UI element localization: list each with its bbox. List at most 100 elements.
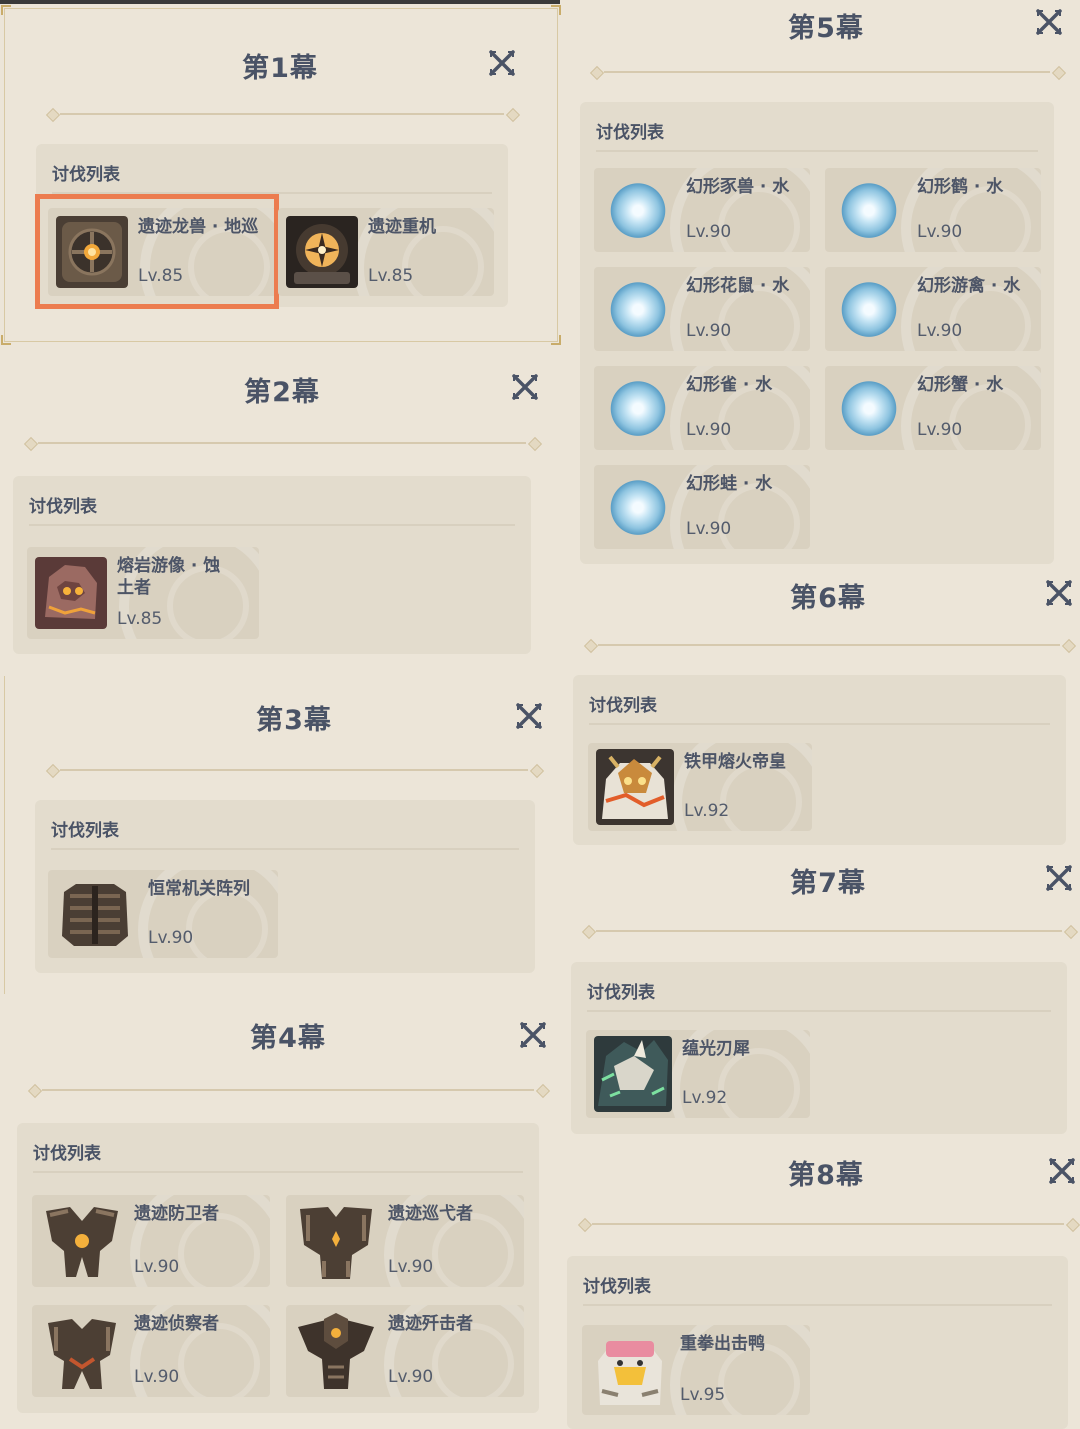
hydro-mimic-frog-icon: [602, 473, 674, 545]
act-title: 第1幕: [242, 53, 318, 84]
enemy-name: 遗迹防卫者: [134, 1204, 219, 1224]
enemy-level: Lv.90: [686, 519, 732, 539]
title-divider: [24, 437, 540, 449]
enemy-name: 幻形花鼠 · 水: [686, 276, 790, 296]
hunt-list-header: 讨伐列表: [51, 821, 119, 841]
enemy-level: Lv.90: [917, 321, 963, 341]
enemy-tile[interactable]: 幻形蟹 · 水 Lv.90: [825, 366, 1041, 450]
enemy-tile[interactable]: 遗迹侦察者 Lv.90: [32, 1305, 270, 1397]
title-divider: [578, 1218, 1078, 1230]
act-3-panel: 第3幕 讨伐列表 恒常机关阵列 Lv.90: [0, 670, 560, 1000]
enemy-level: Lv.95: [680, 1385, 726, 1405]
ruin-defender-icon: [40, 1201, 124, 1281]
enemy-tile[interactable]: 重拳出击鸭 Lv.95: [582, 1325, 810, 1415]
title-divider: [582, 925, 1076, 937]
act-1-panel: 第1幕 讨伐列表 遗迹龙兽 · 地巡 Lv.85 遗迹重机 Lv.85: [0, 0, 561, 345]
close-icon[interactable]: [487, 48, 517, 78]
title-divider: [46, 108, 518, 120]
hunt-list-header: 讨伐列表: [587, 983, 655, 1003]
punching-duck-icon: [590, 1331, 670, 1409]
hunt-list-divider: [29, 524, 515, 526]
enemy-tile[interactable]: 蕴光刃犀 Lv.92: [586, 1030, 810, 1118]
enemy-tile[interactable]: 遗迹防卫者 Lv.90: [32, 1195, 270, 1287]
hunt-list-divider: [52, 192, 492, 194]
top-edge-bar: [0, 0, 560, 4]
enemy-level: Lv.90: [134, 1257, 180, 1277]
act-4-panel: 第4幕 讨伐列表 遗迹防卫者 Lv.90 遗迹巡弋者 Lv.90 遗迹侦察者 L…: [0, 1000, 560, 1429]
enemy-level: Lv.85: [138, 266, 184, 286]
enemy-level: Lv.90: [134, 1367, 180, 1387]
act-5-panel: 第5幕 讨伐列表 幻形豕兽 · 水 Lv.90 幻形鹤 · 水 Lv.90 幻形…: [570, 0, 1080, 570]
enemy-name: 蕴光刃犀: [682, 1039, 750, 1059]
hunt-list-divider: [587, 1010, 1051, 1012]
enemy-name: 重拳出击鸭: [680, 1334, 765, 1354]
enemy-level: Lv.92: [684, 801, 730, 821]
enemy-level: Lv.90: [917, 222, 963, 242]
act-title: 第3幕: [256, 705, 332, 736]
enemy-tile[interactable]: 遗迹龙兽 · 地巡 Lv.85: [48, 208, 280, 296]
enemy-level: Lv.90: [388, 1257, 434, 1277]
ruin-grader-icon: [286, 216, 358, 288]
enemy-name: 遗迹龙兽 · 地巡: [138, 217, 259, 237]
magma-crab-emperor-icon: [596, 749, 674, 825]
enemy-name: 铁甲熔火帝皇: [684, 752, 786, 772]
act-8-panel: 第8幕 讨伐列表 重拳出击鸭 Lv.95: [567, 1145, 1080, 1429]
enemy-name: 遗迹巡弋者: [388, 1204, 473, 1224]
hunt-list-header: 讨伐列表: [589, 696, 657, 716]
enemy-level: Lv.90: [686, 321, 732, 341]
enemy-name: 幻形豕兽 · 水: [686, 177, 790, 197]
enemy-tile[interactable]: 幻形花鼠 · 水 Lv.90: [594, 267, 810, 351]
enemy-tile[interactable]: 幻形雀 · 水 Lv.90: [594, 366, 810, 450]
enemy-level: Lv.90: [686, 222, 732, 242]
ruin-cruiser-icon: [294, 1201, 378, 1281]
enemy-name: 幻形蛙 · 水: [686, 474, 773, 494]
hunt-list-divider: [589, 723, 1050, 725]
hunt-list-divider: [583, 1304, 1052, 1306]
hydro-mimic-crane-icon: [833, 176, 905, 248]
enemy-level: Lv.90: [388, 1367, 434, 1387]
ruin-destroyer-icon: [294, 1311, 378, 1391]
enemy-name: 遗迹侦察者: [134, 1314, 219, 1334]
enemy-tile[interactable]: 熔岩游像 · 蚀土者 Lv.85: [27, 547, 259, 639]
enemy-tile[interactable]: 幻形蛙 · 水 Lv.90: [594, 465, 810, 549]
close-icon[interactable]: [1044, 863, 1074, 893]
act-title: 第8幕: [788, 1160, 864, 1191]
hydro-mimic-boar-icon: [602, 176, 674, 248]
enemy-tile[interactable]: 幻形游禽 · 水 Lv.90: [825, 267, 1041, 351]
hunt-list-divider: [33, 1171, 523, 1173]
act-title: 第7幕: [790, 868, 866, 899]
enemy-name: 幻形鹤 · 水: [917, 177, 1004, 197]
ruin-scout-icon: [40, 1311, 124, 1391]
enemy-tile[interactable]: 幻形豕兽 · 水 Lv.90: [594, 168, 810, 252]
hunt-list-header: 讨伐列表: [596, 123, 664, 143]
close-icon[interactable]: [1034, 7, 1064, 37]
enemy-level: Lv.85: [368, 266, 414, 286]
enemy-name: 幻形雀 · 水: [686, 375, 773, 395]
enemy-name: 遗迹重机: [368, 217, 436, 237]
enemy-tile[interactable]: 遗迹巡弋者 Lv.90: [286, 1195, 524, 1287]
act-2-panel: 第2幕 讨伐列表 熔岩游像 · 蚀土者 Lv.85: [0, 350, 560, 660]
enemy-name: 熔岩游像 · 蚀土者: [117, 556, 221, 598]
enemy-tile[interactable]: 铁甲熔火帝皇 Lv.92: [588, 743, 812, 831]
enemy-tile[interactable]: 遗迹歼击者 Lv.90: [286, 1305, 524, 1397]
enemy-tile[interactable]: 幻形鹤 · 水 Lv.90: [825, 168, 1041, 252]
hydro-mimic-squirrel-icon: [602, 275, 674, 347]
close-icon[interactable]: [1044, 578, 1074, 608]
act-title: 第4幕: [250, 1023, 326, 1054]
enemy-level: Lv.85: [117, 609, 163, 629]
perpetual-mechanical-array-icon: [56, 878, 134, 950]
enemy-level: Lv.90: [686, 420, 732, 440]
close-icon[interactable]: [510, 372, 540, 402]
enemy-level: Lv.92: [682, 1088, 728, 1108]
close-icon[interactable]: [1047, 1156, 1077, 1186]
act-7-panel: 第7幕 讨伐列表 蕴光刃犀 Lv.92: [570, 855, 1080, 1140]
enemy-tile[interactable]: 遗迹重机 Lv.85: [278, 208, 494, 296]
enemy-level: Lv.90: [148, 928, 194, 948]
act-title: 第2幕: [244, 377, 320, 408]
close-icon[interactable]: [518, 1020, 548, 1050]
enemy-name: 幻形蟹 · 水: [917, 375, 1004, 395]
enemy-tile[interactable]: 恒常机关阵列 Lv.90: [48, 870, 278, 958]
enemy-name: 恒常机关阵列: [148, 879, 250, 899]
act-3-frame: [4, 676, 15, 994]
close-icon[interactable]: [514, 701, 544, 731]
